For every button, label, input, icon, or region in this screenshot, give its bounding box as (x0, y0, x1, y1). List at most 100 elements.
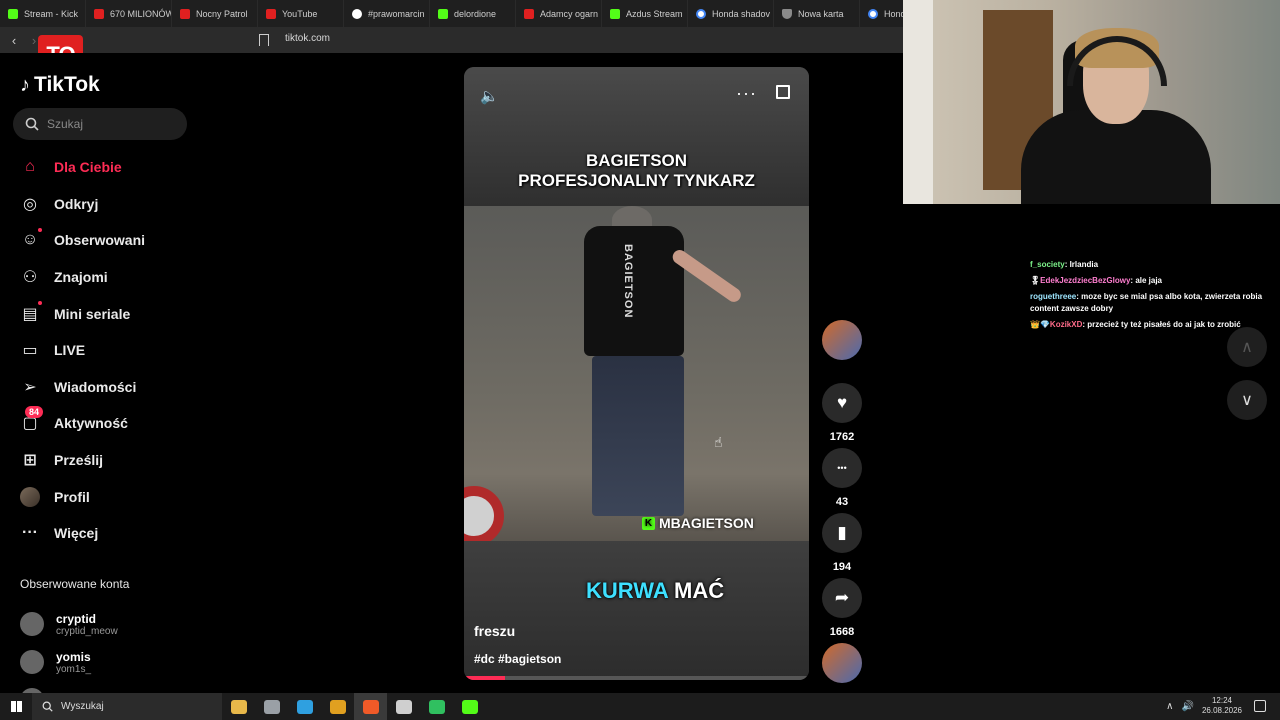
search-input[interactable] (47, 117, 167, 131)
tab-label: Nowa karta (798, 8, 844, 19)
bookmark-icon[interactable]: ▮ (822, 513, 862, 553)
nav-item-label: Profil (54, 488, 90, 505)
video-progress-bar[interactable] (464, 676, 809, 680)
share-icon[interactable]: ➦ (822, 578, 862, 618)
chat-username[interactable]: roguethreee (1030, 292, 1076, 301)
nav-item-label: Dla Ciebie (54, 159, 122, 176)
clock-time: 12:24 (1211, 696, 1232, 705)
nav-item-label: Znajomi (54, 269, 108, 286)
nav-icon: ▭ (22, 342, 38, 360)
nav-item-odkryj[interactable]: ◎ Odkryj (0, 186, 200, 223)
volume-icon[interactable]: 🔈 (480, 87, 499, 105)
windows-taskbar: Wyszukaj ∧ 🔊 12:24 26.08.2026 (0, 693, 1280, 720)
bookmark-icon[interactable] (259, 34, 269, 46)
url-field[interactable]: tiktok.com (285, 33, 330, 44)
taskbar-app-app-green[interactable] (420, 693, 453, 720)
browser-tab[interactable]: delordione (430, 0, 516, 27)
followed-account[interactable]: yomis yom1s_ (20, 643, 195, 681)
video-player[interactable]: BAGIETSON BAGIETSON PROFESJONALNY TYNKAR… (464, 67, 809, 680)
nav-item-więcej[interactable]: ··· Więcej (0, 515, 200, 552)
share-action[interactable]: ➦ 1668 (822, 578, 862, 638)
nav-item-obserwowani[interactable]: ☺ Obserwowani (0, 222, 200, 259)
taskbar-app-explorer[interactable] (222, 693, 255, 720)
browser-tab[interactable]: 670 MILIONÓW (86, 0, 172, 27)
browser-tab[interactable]: Honda shadov (688, 0, 774, 27)
more-options-icon[interactable]: ··· (736, 83, 757, 104)
browser-tab[interactable]: Stream - Kick (0, 0, 86, 27)
nav-item-label: Wiadomości (54, 378, 137, 395)
like-action[interactable]: ♥ 1762 (822, 383, 862, 443)
browser-tab[interactable]: Adamcy ogarn (516, 0, 602, 27)
taskbar-app-files[interactable] (255, 693, 288, 720)
taskbar-app-brave[interactable] (354, 693, 387, 720)
explorer-icon (230, 699, 247, 714)
browser-tab[interactable]: #prawomarcin (344, 0, 430, 27)
new-content-dot (38, 301, 42, 306)
comment-action[interactable]: ••• 43 (822, 448, 862, 508)
taskbar-search-placeholder: Wyszukaj (61, 701, 104, 712)
tab-favicon-icon (266, 8, 276, 19)
browser-tab[interactable]: YouTube (258, 0, 344, 27)
comment-icon[interactable]: ••• (822, 448, 862, 488)
search-icon (25, 117, 39, 131)
browser-tab[interactable]: Azdus Stream (602, 0, 688, 27)
nav-item-dla-ciebie[interactable]: ⌂ Dla Ciebie (0, 149, 200, 186)
nav-item-prześlij[interactable]: ⊞ Prześlij (0, 442, 200, 479)
tab-favicon-icon (610, 8, 620, 19)
tab-label: Azdus Stream (626, 8, 683, 19)
taskbar-app-obs[interactable] (387, 693, 420, 720)
nav-item-wiadomości[interactable]: ➢ Wiadomości (0, 369, 200, 406)
account-name: yomis (56, 649, 91, 664)
account-handle: cryptid_meow (56, 625, 118, 637)
taskbar-app-kick[interactable] (453, 693, 486, 720)
nav-item-live[interactable]: ▭ LIVE (0, 332, 200, 369)
taskbar-app-chrome[interactable] (321, 693, 354, 720)
nav-item-mini-seriale[interactable]: ▤ Mini seriale (0, 295, 200, 332)
chat-text: Irlandia (1069, 260, 1099, 269)
search-box[interactable] (13, 108, 187, 140)
watermark-text: MBAGIETSON (659, 515, 754, 531)
music-disc-avatar[interactable] (822, 643, 862, 683)
video-hashtags[interactable]: #dc #bagietson (474, 652, 561, 666)
chat-username[interactable]: KozikXD (1050, 320, 1082, 329)
browser-tab[interactable]: Nowa karta (774, 0, 860, 27)
system-tray: ∧ 🔊 12:24 26.08.2026 (1166, 696, 1242, 716)
tiktok-logo[interactable]: ♪ TikTok (20, 73, 100, 97)
account-handle: yom1s_ (56, 663, 92, 675)
taskbar-search[interactable]: Wyszukaj (32, 693, 222, 720)
nav-icon: ☺ (21, 231, 39, 249)
chat-message: 👑💎KozikXD: przecież ty też pisałeś do ai… (1030, 319, 1275, 331)
chat-username[interactable]: EdekJezdziecBezGlowy (1040, 276, 1130, 285)
video-author[interactable]: freszu (474, 623, 515, 639)
nav-item-znajomi[interactable]: ⚇ Znajomi (0, 259, 200, 296)
clock[interactable]: 12:24 26.08.2026 (1202, 696, 1242, 716)
shirt-text: BAGIETSON (622, 244, 634, 319)
start-button[interactable] (0, 693, 32, 720)
back-icon[interactable]: ‹ (4, 33, 24, 48)
nav-item-profil[interactable]: Profil (0, 478, 200, 515)
mouse-cursor-icon: ☝ (714, 434, 723, 450)
save-action[interactable]: ▮ 194 (822, 513, 862, 573)
tray-chevron-icon[interactable]: ∧ (1166, 701, 1173, 712)
notification-badge: 84 (25, 406, 44, 419)
notification-icon[interactable] (1254, 700, 1266, 712)
heart-icon[interactable]: ♥ (822, 383, 862, 423)
video-watermark: K MBAGIETSON (642, 515, 754, 531)
wheelbarrow-wheel (464, 486, 504, 546)
taskbar-app-edge[interactable] (288, 693, 321, 720)
next-video-button[interactable]: ∨ (1227, 380, 1267, 420)
tab-favicon-icon (696, 8, 706, 19)
browser-tab[interactable]: Nocny Patrol (172, 0, 258, 27)
nav-item-label: Odkryj (54, 195, 99, 212)
followed-account[interactable]: cryptid cryptid_meow (20, 605, 195, 643)
nav-item-label: Mini seriale (54, 305, 131, 322)
kick-icon: K (642, 516, 655, 530)
creator-avatar[interactable] (822, 320, 862, 360)
volume-tray-icon[interactable]: 🔊 (1182, 701, 1194, 712)
tab-favicon-icon (438, 8, 448, 19)
nav-item-aktywność[interactable]: ▢ Aktywność 84 (0, 405, 200, 442)
kick-icon (461, 699, 478, 714)
brave-icon (362, 699, 379, 714)
chat-username[interactable]: f_society (1030, 260, 1065, 269)
fullscreen-icon[interactable] (776, 85, 790, 99)
